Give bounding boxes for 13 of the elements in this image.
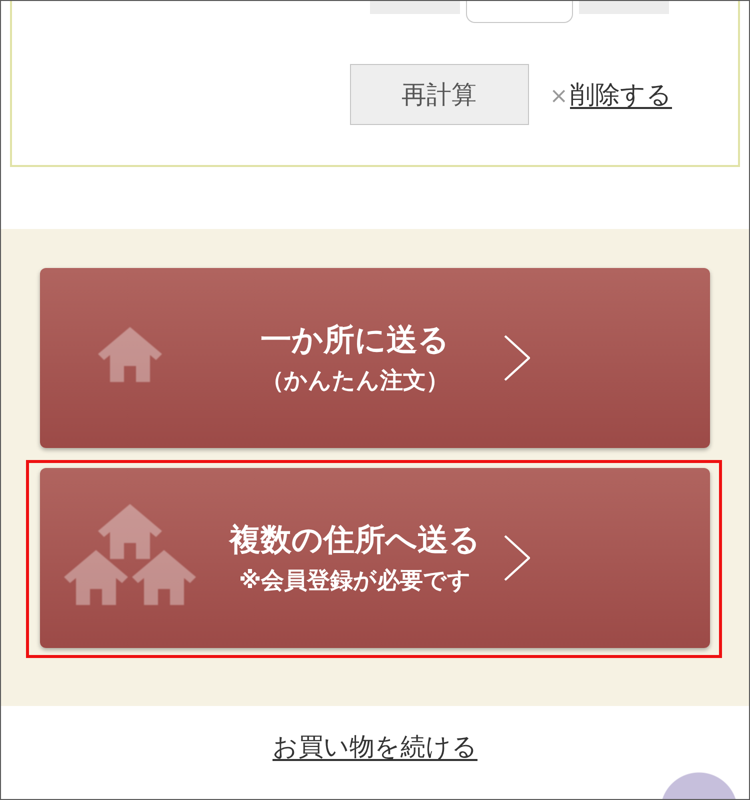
chevron-right-icon: [504, 535, 530, 581]
continue-shopping-link[interactable]: お買い物を続ける: [272, 730, 478, 763]
three-houses-icon: [62, 501, 198, 607]
stepper-button[interactable]: [370, 1, 460, 14]
cross-icon: ×: [550, 84, 568, 109]
stepper-button[interactable]: [579, 1, 669, 14]
house-icon: [96, 324, 164, 384]
delete-link[interactable]: ×削除する: [550, 78, 672, 111]
quantity-field[interactable]: [466, 1, 573, 23]
order-button[interactable]: 複数の住所へ送る ※会員登録が必要です: [40, 468, 710, 648]
chevron-right-icon: [504, 335, 530, 381]
recalculate-button[interactable]: 再計算: [350, 64, 529, 125]
order-button[interactable]: 一か所に送る （かんたん注文）: [40, 268, 710, 448]
